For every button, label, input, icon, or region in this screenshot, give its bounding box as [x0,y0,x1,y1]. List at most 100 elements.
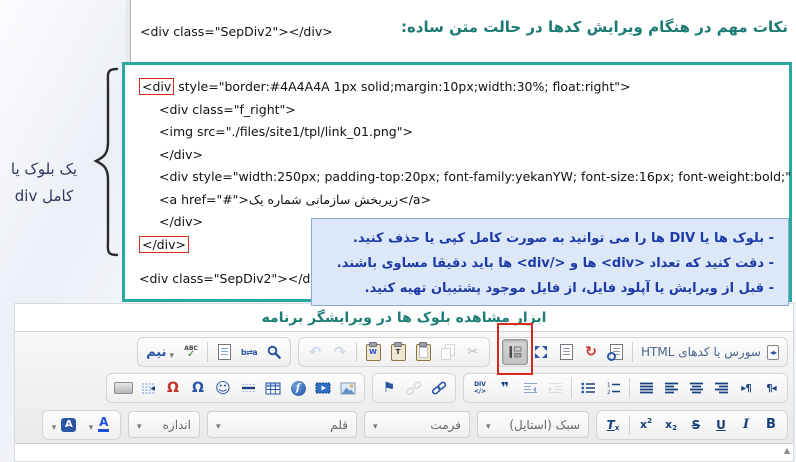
preview-icon[interactable] [604,340,628,364]
strikethrough-icon[interactable] [684,413,708,437]
code-line: <div class="f_right"> [139,99,775,122]
div-open-highlight: <div [139,78,174,95]
justify-icon[interactable] [634,376,658,400]
spellcheck-icon[interactable] [179,340,203,364]
code-sepdiv-top: <div class="SepDiv2"></div> [140,24,333,39]
chevron-down-icon [373,418,378,432]
bg-color-dropdown[interactable] [47,413,81,437]
screenshot-root: <div class="SepDiv2"></div> نکات مهم در … [0,0,796,462]
annotation-box: - بلوک ها یا DIV ها را می توانید به صورت… [311,218,789,306]
annotation-line: - دقت کنید که تعداد <div> ها و </div> ها… [322,251,774,276]
toolbar-row-2: 12 [20,371,788,405]
cut-icon[interactable] [461,340,485,364]
redo-icon[interactable] [328,340,352,364]
toolbar-group-find: نیم [137,337,291,367]
toolbar-group-insert [106,373,365,403]
superscript-icon[interactable] [634,413,658,437]
new-page-icon[interactable] [554,340,578,364]
form-button-icon[interactable] [111,376,135,400]
chevron-down-icon [216,418,221,432]
nim-halfspace-dropdown[interactable]: نیم [142,340,178,364]
page-break-icon[interactable] [136,376,160,400]
toolbar-group-basicstyles [596,410,788,440]
chevron-down-icon [486,418,491,432]
editor-toolbar: نیم [15,331,793,446]
find-icon[interactable] [262,340,286,364]
text-color-dropdown[interactable] [82,413,116,437]
docprops-icon[interactable] [579,340,603,364]
toolbar-group-source: سورس یا کدهای HTML [497,337,788,367]
indent-icon[interactable] [543,376,567,400]
toolbar-group-links [372,373,456,403]
source-button[interactable]: سورس یا کدهای HTML [637,340,783,364]
chevron-down-icon [52,415,57,434]
scroll-up-icon[interactable]: ▲ [784,446,790,456]
underline-icon[interactable] [709,413,733,437]
align-right-icon[interactable] [709,376,733,400]
special-char-blue-icon[interactable] [186,376,210,400]
outdent-icon[interactable] [518,376,542,400]
bold-icon[interactable] [759,413,783,437]
link-icon[interactable] [427,376,451,400]
select-all-icon[interactable] [212,340,236,364]
svg-text:1: 1 [607,383,611,389]
italic-icon[interactable] [734,413,758,437]
show-blocks-callout [502,339,528,365]
media-icon[interactable] [311,376,335,400]
editor-content-area[interactable]: ▲ [15,443,793,461]
curly-brace [90,66,122,258]
code-line: <div style="border:#4A4A4A 1px solid;mar… [139,76,775,99]
div-close-highlight: </div> [139,236,189,253]
chevron-down-icon [137,418,142,432]
paste-icon[interactable] [411,340,435,364]
code-line: </div> [139,144,775,167]
paste-as-text-icon[interactable] [386,340,410,364]
flash-icon[interactable] [286,376,310,400]
rtl-paragraph-icon[interactable] [759,376,783,400]
smiley-icon[interactable] [211,376,235,400]
code-line: <a href="#">زیربخش سازمانی شماره یک</a> [139,189,775,212]
ltr-paragraph-icon[interactable] [734,376,758,400]
blockquote-icon[interactable] [493,376,517,400]
style-dropdown[interactable]: سبک (استایل) [477,411,589,438]
annotation-line: - قبل از ویرایش یا آپلود فایل، از فایل م… [322,276,774,301]
chevron-down-icon [89,415,94,434]
toolbar-group-colors [42,410,121,440]
paste-from-word-icon[interactable] [361,340,385,364]
align-left-icon[interactable] [659,376,683,400]
numbered-list-icon[interactable]: 12 [601,376,625,400]
brace-label: یک بلوک یا div کامل [0,156,88,210]
remove-format-icon[interactable] [601,413,625,437]
text-color-icon [98,417,109,432]
toolbar-group-paragraph: 12 [463,373,788,403]
size-dropdown[interactable]: اندازه [128,411,200,438]
source-icon [767,345,779,360]
subscript-icon[interactable] [659,413,683,437]
code-line: <img src="./files/site1/tpl/link_01.png"… [139,121,775,144]
anchor-flag-icon[interactable] [377,376,401,400]
align-center-icon[interactable] [684,376,708,400]
table-icon[interactable] [261,376,285,400]
editor-panel: ابزار مشاهده بلوک ها در ویرایشگر برنامه … [14,303,794,462]
div-container-icon[interactable] [468,376,492,400]
undo-icon[interactable] [303,340,327,364]
special-char-red-icon[interactable] [161,376,185,400]
copy-icon[interactable] [436,340,460,364]
toolbar-row-1: نیم [20,335,788,369]
chevron-down-icon [170,343,175,362]
code-line: <div style="width:250px; padding-top:20p… [139,166,775,189]
annotation-line: - بلوک ها یا DIV ها را می توانید به صورت… [322,226,774,251]
font-dropdown[interactable]: قلم [207,411,357,438]
replace-icon[interactable] [237,340,261,364]
format-dropdown[interactable]: فرمت [364,411,470,438]
maximize-icon[interactable] [529,340,553,364]
editor-heading: ابزار مشاهده بلوک ها در ویرایشگر برنامه [15,304,793,326]
horizontal-rule-icon[interactable] [236,376,260,400]
bullet-list-icon[interactable] [576,376,600,400]
toolbar-group-clipboard [298,337,490,367]
bg-color-icon [61,418,76,432]
unlink-icon[interactable] [402,376,426,400]
svg-text:2: 2 [607,390,611,394]
image-icon[interactable] [336,376,360,400]
show-blocks-icon[interactable] [502,339,528,365]
